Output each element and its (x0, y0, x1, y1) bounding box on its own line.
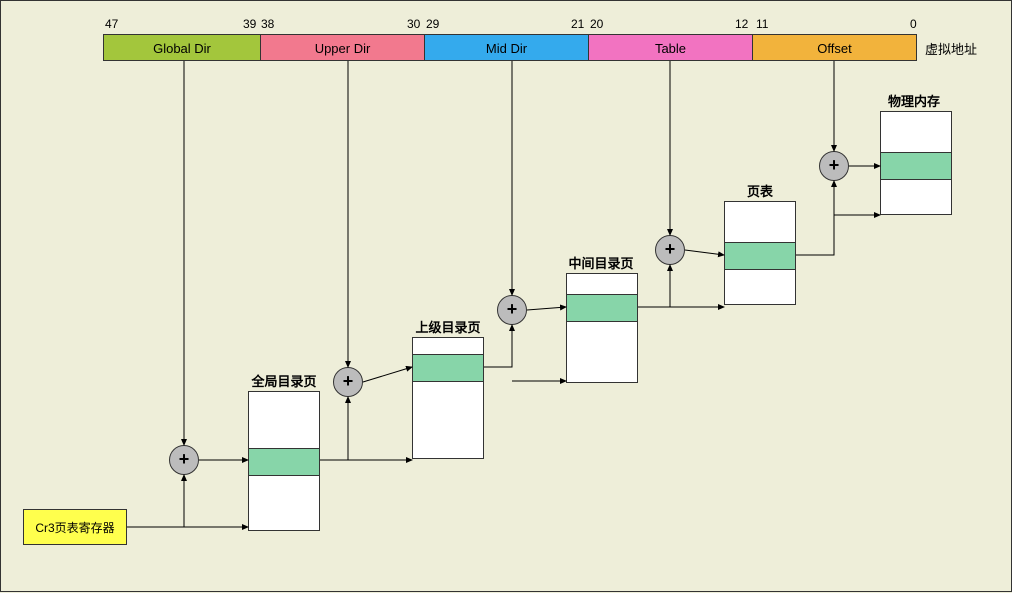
adder-global: + (169, 445, 199, 475)
bit-label: 0 (910, 17, 917, 31)
cr3-register: Cr3页表寄存器 (23, 509, 127, 545)
table-label-upper: 上级目录页 (408, 317, 488, 336)
adder-upper: + (333, 367, 363, 397)
segment-global-dir: Global Dir (103, 34, 261, 61)
bit-label: 47 (105, 17, 118, 31)
bit-label: 11 (756, 17, 768, 31)
adder-mid: + (497, 295, 527, 325)
table-label-pagetable: 页表 (735, 181, 785, 200)
adder-offset: + (819, 151, 849, 181)
bit-label: 30 (407, 17, 420, 31)
bit-label: 12 (735, 17, 748, 31)
adder-table: + (655, 235, 685, 265)
bit-label: 39 (243, 17, 256, 31)
segment-upper-dir: Upper Dir (260, 34, 425, 61)
bit-label: 29 (426, 17, 439, 31)
page-table-pagetable (724, 201, 796, 305)
diagram-canvas: 47 39 38 30 29 21 20 12 11 0 Global Dir … (0, 0, 1012, 592)
bit-label: 21 (571, 17, 584, 31)
bit-label: 20 (590, 17, 603, 31)
table-label-global: 全局目录页 (244, 371, 324, 390)
physical-memory (880, 111, 952, 215)
table-label-mid: 中间目录页 (556, 253, 646, 272)
segment-offset: Offset (752, 34, 917, 61)
page-table-upper (412, 337, 484, 459)
segment-table: Table (588, 34, 753, 61)
virtual-address-label: 虚拟地址 (925, 39, 977, 58)
segment-mid-dir: Mid Dir (424, 34, 589, 61)
page-table-global (248, 391, 320, 531)
page-table-mid (566, 273, 638, 383)
table-label-physmem: 物理内存 (878, 91, 950, 110)
bit-label: 38 (261, 17, 274, 31)
